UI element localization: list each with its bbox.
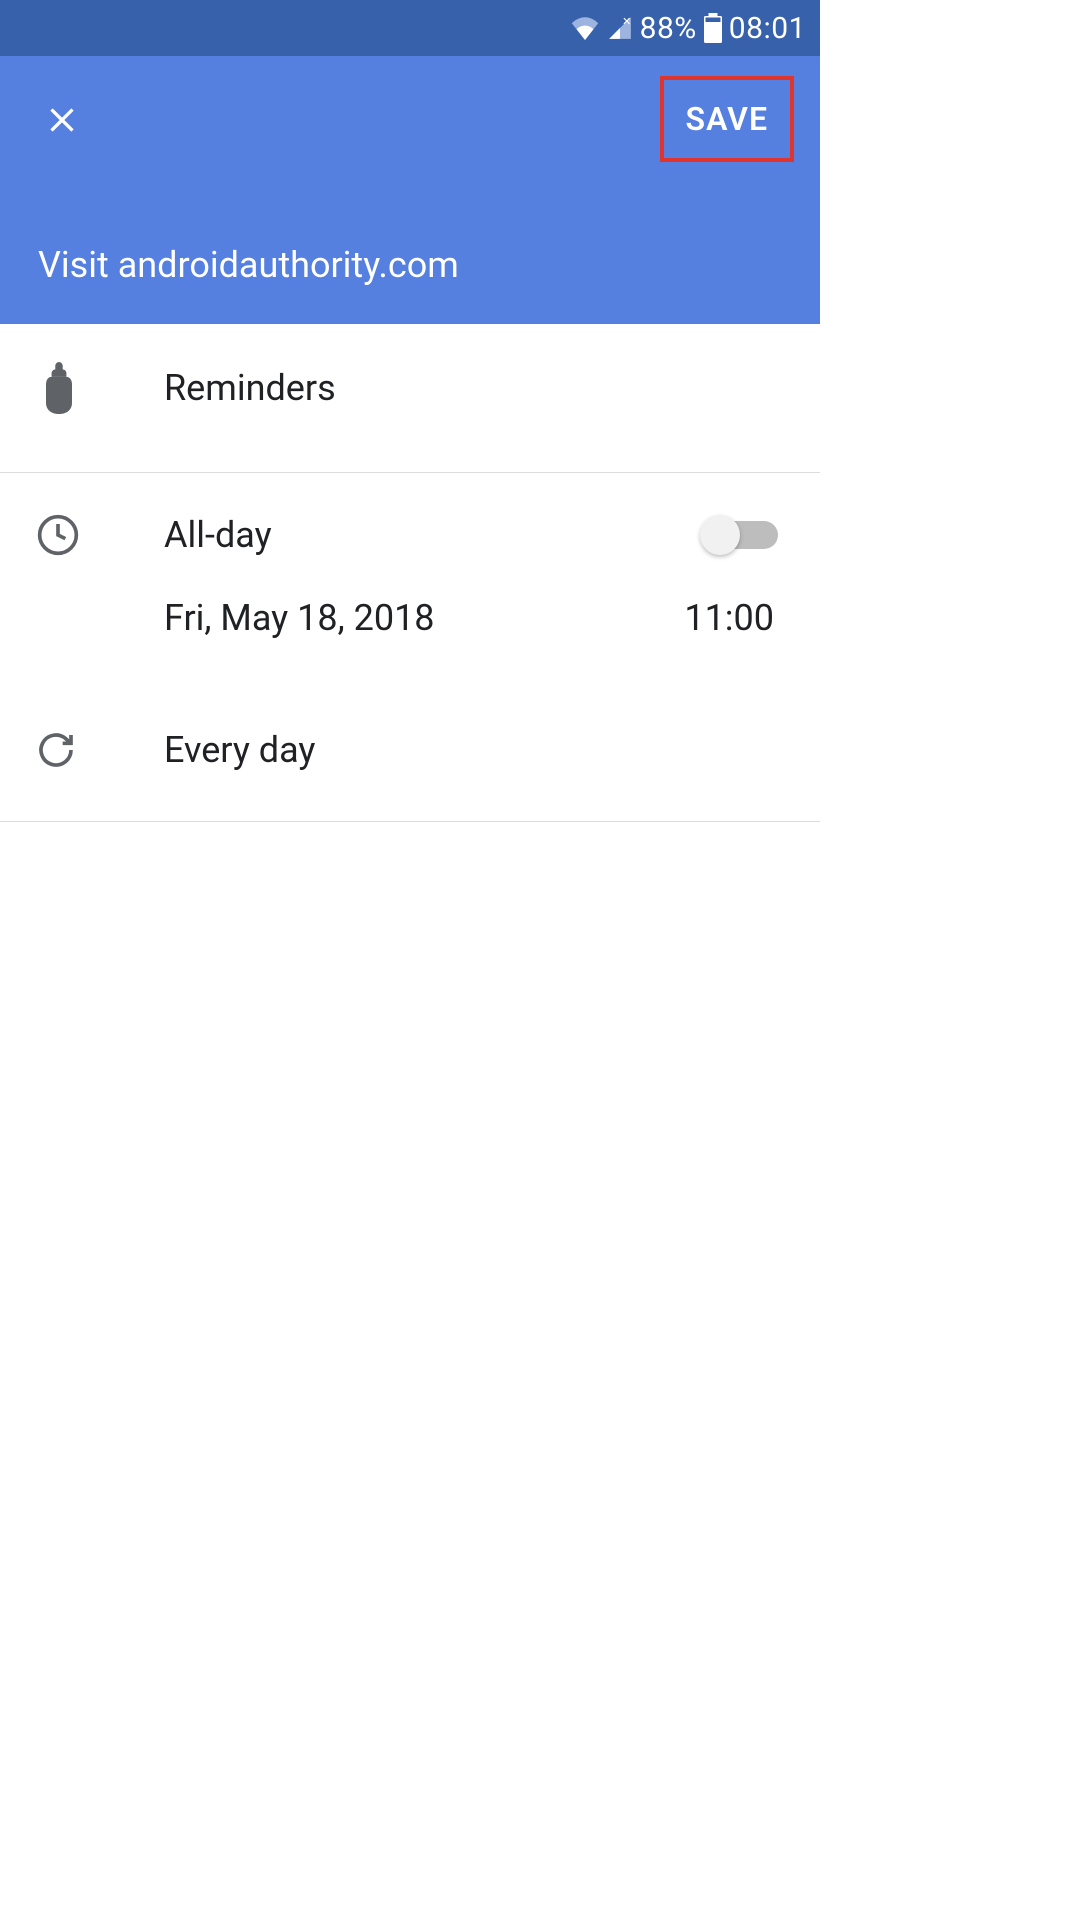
reminder-title-input[interactable]: Visit androidauthority.com bbox=[36, 244, 784, 286]
header-top-row: SAVE bbox=[36, 84, 784, 162]
datetime-row: Fri, May 18, 2018 11:00 bbox=[0, 577, 820, 689]
content: Reminders All-day Fri, May 18, 2018 11:0… bbox=[0, 324, 820, 822]
repeat-row[interactable]: Every day bbox=[0, 689, 820, 822]
close-button[interactable] bbox=[36, 94, 88, 153]
close-icon bbox=[42, 100, 82, 140]
time-value[interactable]: 11:00 bbox=[684, 597, 774, 639]
repeat-label: Every day bbox=[164, 729, 784, 771]
reminders-label: Reminders bbox=[164, 367, 784, 409]
save-button[interactable]: SAVE bbox=[660, 76, 794, 162]
status-bar: ✕ 88% 08:01 bbox=[0, 0, 820, 56]
wifi-icon bbox=[570, 16, 600, 40]
clock-icon bbox=[36, 513, 164, 557]
status-icons: ✕ 88% 08:01 bbox=[570, 11, 806, 46]
toggle-thumb bbox=[700, 515, 740, 555]
date-value[interactable]: Fri, May 18, 2018 bbox=[164, 597, 684, 639]
status-time: 08:01 bbox=[729, 11, 806, 46]
battery-percent: 88% bbox=[640, 11, 697, 46]
header: SAVE Visit androidauthority.com bbox=[0, 56, 820, 324]
reminder-hand-icon bbox=[36, 362, 164, 414]
allday-label: All-day bbox=[164, 514, 706, 556]
cell-signal-icon: ✕ bbox=[606, 15, 634, 41]
allday-row: All-day bbox=[0, 473, 820, 577]
svg-text:✕: ✕ bbox=[622, 15, 631, 28]
reminders-row[interactable]: Reminders bbox=[0, 324, 820, 473]
allday-toggle[interactable] bbox=[706, 521, 778, 549]
battery-icon bbox=[703, 13, 723, 43]
repeat-icon bbox=[36, 730, 164, 770]
